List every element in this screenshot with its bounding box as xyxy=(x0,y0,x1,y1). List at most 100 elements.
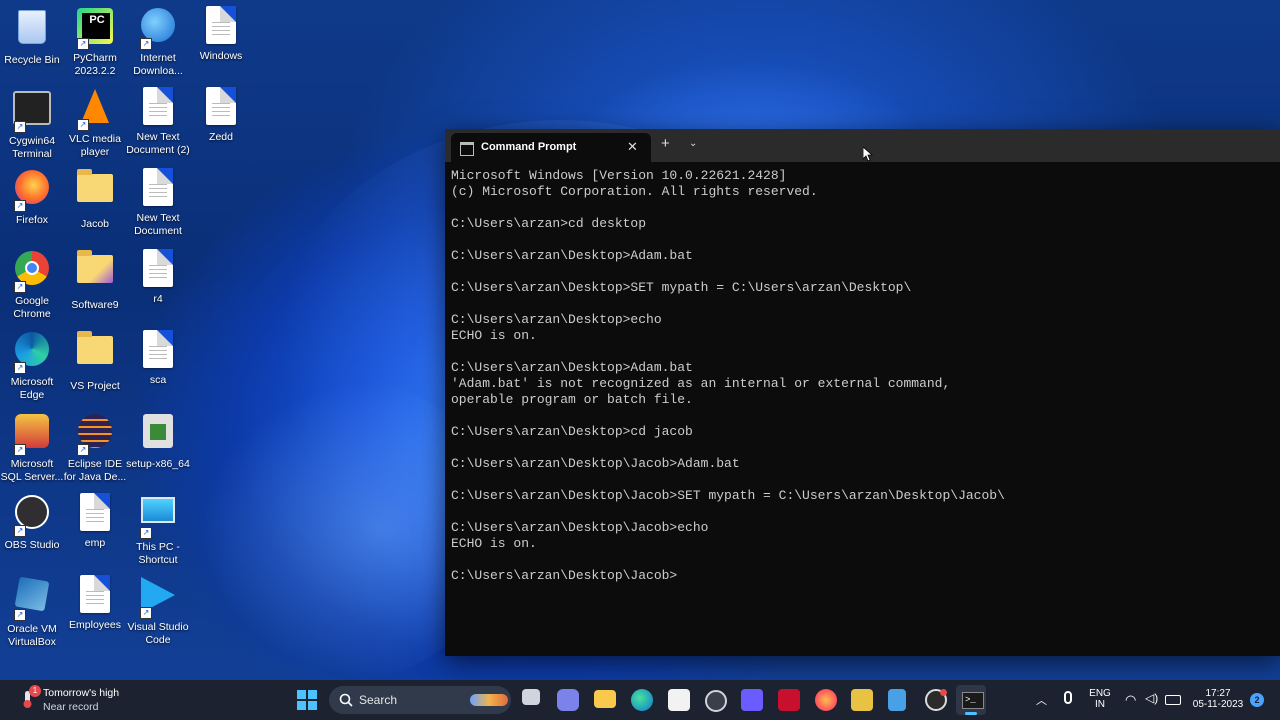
desktop-icon[interactable]: ↗ Visual Studio Code xyxy=(126,575,190,647)
desktop-icon[interactable]: ↗ This PC - Shortcut xyxy=(126,493,190,567)
desktop-icon[interactable]: Employees xyxy=(63,575,127,632)
desktop-icon[interactable]: ↗ VLC media player xyxy=(63,87,127,159)
desktop-icon[interactable]: New Text Document xyxy=(126,168,190,238)
volume-icon[interactable]: ◁) xyxy=(1145,691,1158,705)
desktop-icon[interactable]: ↗ OBS Studio xyxy=(0,493,64,552)
firefox-taskbar-icon[interactable] xyxy=(815,689,837,711)
document-icon xyxy=(201,6,241,46)
desktop-icon[interactable]: New Text Document (2) xyxy=(126,87,190,157)
recycle-bin-icon xyxy=(12,10,52,50)
desktop-icon-label: Microsoft SQL Server... xyxy=(0,458,64,483)
desktop-icon[interactable]: r4 xyxy=(126,249,190,306)
desktop-icon[interactable]: Jacob xyxy=(63,168,127,231)
console-line: 'Adam.bat' is not recognized as an inter… xyxy=(451,376,951,391)
battery-icon[interactable] xyxy=(1165,695,1181,705)
microphone-icon[interactable] xyxy=(1064,691,1072,704)
search-icon xyxy=(339,693,353,707)
desktop-icon-label: This PC - Shortcut xyxy=(136,541,180,566)
teams-chat-icon[interactable] xyxy=(557,689,579,711)
terminal-taskbar-button[interactable]: >_ xyxy=(956,685,986,715)
chevron-up-icon[interactable]: ︿ xyxy=(1036,692,1047,708)
this-pc-icon: ↗ xyxy=(138,497,178,539)
cmd-icon xyxy=(460,142,474,156)
desktop-icon[interactable]: ↗ Firefox xyxy=(0,168,64,227)
desktop-icon-label: Internet Downloa... xyxy=(133,52,183,77)
shortcut-arrow-icon: ↗ xyxy=(140,607,152,619)
installer-icon xyxy=(138,414,178,454)
notepad-icon[interactable] xyxy=(888,689,906,711)
desktop-icon[interactable]: ↗ Google Chrome xyxy=(0,249,64,321)
language-code: ENG xyxy=(1089,688,1111,699)
text-document-icon xyxy=(138,168,178,208)
desktop-icon-label: r4 xyxy=(153,293,163,305)
language-indicator[interactable]: ENG IN xyxy=(1087,688,1113,710)
close-tab-icon[interactable]: ✕ xyxy=(627,139,638,155)
desktop-icon[interactable]: setup-x86_64 xyxy=(126,412,190,471)
app-hexagon-icon[interactable] xyxy=(705,690,727,712)
pycharm-icon: PC ↗ xyxy=(75,8,115,50)
desktop-icon[interactable]: Windows xyxy=(189,6,253,63)
notification-badge[interactable]: 2 xyxy=(1250,693,1264,707)
edge-icon[interactable] xyxy=(631,689,653,711)
weather-badge: 1 xyxy=(29,685,41,697)
document-icon xyxy=(201,87,241,127)
desktop-icon[interactable]: Recycle Bin xyxy=(0,6,64,67)
desktop-icon[interactable]: Zedd xyxy=(189,87,253,144)
new-tab-button[interactable]: + xyxy=(661,136,670,151)
recording-dot-icon xyxy=(940,689,947,696)
wifi-icon[interactable]: ◠ xyxy=(1125,692,1136,708)
code-editor-icon[interactable] xyxy=(741,689,763,711)
desktop-icon-label: setup-x86_64 xyxy=(126,458,190,470)
mcafee-icon[interactable] xyxy=(778,689,800,711)
desktop-icon[interactable]: PC ↗ PyCharm 2023.2.2 xyxy=(63,6,127,78)
virtualbox-icon: ↗ xyxy=(12,576,52,621)
desktop-icon-label: New Text Document (2) xyxy=(126,131,190,156)
start-button[interactable] xyxy=(297,690,317,710)
desktop-icon[interactable]: ↗ Microsoft Edge xyxy=(0,330,64,402)
weather-widget-icon[interactable]: 1 xyxy=(17,685,41,710)
desktop-icon-label: PyCharm 2023.2.2 xyxy=(73,52,117,77)
console-output[interactable]: Microsoft Windows [Version 10.0.22621.24… xyxy=(451,168,1271,648)
desktop-icon[interactable]: ↗ Cygwin64 Terminal xyxy=(0,87,64,161)
desktop-icon-label: Oracle VM VirtualBox xyxy=(7,623,57,648)
tab-command-prompt[interactable]: Command Prompt ✕ xyxy=(451,133,651,162)
weather-title[interactable]: Tomorrow's high xyxy=(43,687,119,699)
pictures-app-icon[interactable] xyxy=(851,689,873,711)
desktop-icon-label: Employees xyxy=(69,619,121,631)
task-view-icon[interactable] xyxy=(522,689,540,705)
desktop-icon[interactable]: ↗ Internet Downloa... xyxy=(126,6,190,78)
desktop-icon[interactable]: Software9 xyxy=(63,249,127,312)
desktop-icon[interactable]: ↗ Microsoft SQL Server... xyxy=(0,412,64,484)
desktop-icon[interactable]: ↗ Oracle VM VirtualBox xyxy=(0,575,64,649)
sql-server-icon: ↗ xyxy=(12,414,52,456)
vscode-icon: ↗ xyxy=(138,577,178,619)
desktop-icon[interactable]: emp xyxy=(63,493,127,550)
command-prompt-window[interactable]: Command Prompt ✕ + ⌄ Microsoft Windows [… xyxy=(445,129,1280,656)
desktop-icon[interactable]: sca xyxy=(126,330,190,387)
desktop-icon[interactable]: VS Project xyxy=(63,330,127,393)
search-highlight-icon xyxy=(470,694,508,706)
console-line: C:\Users\arzan\Desktop>Adam.bat xyxy=(451,360,693,375)
shortcut-arrow-icon: ↗ xyxy=(14,281,26,293)
search-placeholder[interactable]: Search xyxy=(359,693,397,707)
file-explorer-icon[interactable] xyxy=(594,690,616,708)
shortcut-arrow-icon: ↗ xyxy=(14,525,26,537)
document-icon xyxy=(75,575,115,615)
desktop-icon[interactable]: ↗ Eclipse IDE for Java De... xyxy=(63,412,127,484)
clock[interactable]: 17:27 05-11-2023 xyxy=(1186,688,1250,710)
weather-subtitle[interactable]: Near record xyxy=(43,701,98,713)
chevron-down-icon[interactable]: ⌄ xyxy=(689,138,697,149)
internet-download-manager-icon: ↗ xyxy=(138,8,178,50)
console-line: C:\Users\arzan>cd desktop xyxy=(451,216,647,231)
text-document-icon xyxy=(138,87,178,127)
desktop-icon-label: Windows xyxy=(199,50,243,62)
shortcut-arrow-icon: ↗ xyxy=(77,119,89,131)
shortcut-arrow-icon: ↗ xyxy=(77,38,89,50)
desktop-icon-label: emp xyxy=(84,537,106,549)
microsoft-store-icon[interactable] xyxy=(668,689,690,711)
